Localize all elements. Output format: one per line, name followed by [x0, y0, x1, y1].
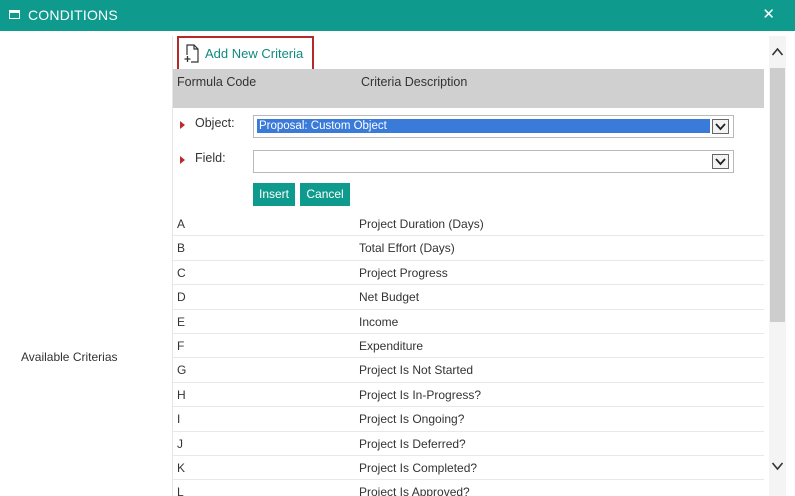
scrollbar-thumb[interactable]: [770, 68, 785, 322]
table-row[interactable]: H Project Is In-Progress?: [173, 383, 764, 408]
available-criterias-label: Available Criterias: [21, 350, 118, 364]
table-row[interactable]: I Project Is Ongoing?: [173, 407, 764, 432]
title-bar: CONDITIONS ✕: [0, 0, 795, 31]
add-new-criteria-button[interactable]: Add New Criteria: [177, 36, 314, 71]
insert-button[interactable]: Insert: [253, 183, 296, 206]
required-marker-icon: [180, 156, 185, 164]
table-row[interactable]: A Project Duration (Days): [173, 212, 764, 237]
scroll-down-icon[interactable]: [771, 460, 784, 472]
criteria-description-header: Criteria Description: [361, 75, 468, 89]
criteria-description: Project Is Ongoing?: [359, 412, 465, 427]
field-label: Field:: [195, 151, 226, 165]
table-row[interactable]: D Net Budget: [173, 285, 764, 310]
vertical-scrollbar[interactable]: [769, 36, 786, 496]
formula-code: K: [177, 460, 186, 475]
criteria-description: Project Is Not Started: [359, 363, 474, 378]
required-marker-icon: [180, 121, 185, 129]
formula-code: G: [177, 363, 187, 378]
criteria-description: Project Is Completed?: [359, 460, 478, 475]
criteria-description: Income: [359, 314, 399, 329]
object-select-value: Proposal: Custom Object: [257, 119, 710, 133]
formula-code: D: [177, 290, 186, 305]
table-header: Formula Code Criteria Description: [173, 69, 764, 108]
table-row[interactable]: J Project Is Deferred?: [173, 432, 764, 456]
field-select-value: [257, 154, 710, 168]
object-row: Object: Proposal: Custom Object: [173, 113, 764, 139]
field-row: Field:: [173, 148, 764, 174]
criteria-description: Expenditure: [359, 338, 424, 353]
criteria-description: Project Duration (Days): [359, 217, 484, 231]
formula-code: J: [177, 436, 183, 451]
new-document-icon: [184, 43, 200, 64]
criteria-panel: Add New Criteria Formula Code Criteria D…: [172, 36, 764, 496]
formula-code: I: [177, 412, 181, 427]
formula-code: F: [177, 338, 185, 353]
formula-code: E: [177, 314, 186, 329]
criteria-description: Project Progress: [359, 265, 448, 280]
window-icon: [9, 10, 20, 19]
table-row[interactable]: G Project Is Not Started: [173, 358, 764, 383]
formula-code: A: [177, 217, 186, 231]
formula-code-header: Formula Code: [177, 75, 257, 89]
scroll-up-icon[interactable]: [771, 46, 784, 58]
chevron-down-icon[interactable]: [712, 119, 729, 134]
dialog-title: CONDITIONS: [28, 7, 118, 23]
criteria-description: Project Is In-Progress?: [359, 387, 482, 402]
form-actions: Insert Cancel: [253, 183, 352, 206]
formula-code: C: [177, 265, 186, 280]
table-row[interactable]: E Income: [173, 310, 764, 334]
table-row[interactable]: B Total Effort (Days): [173, 236, 764, 261]
formula-code: H: [177, 387, 186, 402]
object-label: Object:: [195, 116, 235, 130]
field-select[interactable]: [253, 150, 734, 173]
cancel-button[interactable]: Cancel: [300, 183, 350, 206]
criteria-description: Total Effort (Days): [359, 241, 455, 256]
table-row[interactable]: C Project Progress: [173, 261, 764, 286]
formula-code: B: [177, 241, 186, 256]
criteria-list: A Project Duration (Days) B Total Effort (…: [173, 212, 764, 496]
table-row[interactable]: F Expenditure: [173, 334, 764, 359]
criteria-description: Project Is Deferred?: [359, 436, 466, 451]
object-select[interactable]: Proposal: Custom Object: [253, 115, 734, 138]
criteria-description: Project Is Approved?: [359, 485, 470, 496]
formula-code: L: [177, 485, 184, 496]
chevron-down-icon[interactable]: [712, 154, 729, 169]
criteria-description: Net Budget: [359, 290, 420, 305]
table-row[interactable]: K Project Is Completed?: [173, 456, 764, 481]
table-row[interactable]: L Project Is Approved?: [173, 480, 764, 496]
close-icon[interactable]: ✕: [762, 5, 775, 23]
add-new-criteria-label: Add New Criteria: [205, 46, 304, 61]
